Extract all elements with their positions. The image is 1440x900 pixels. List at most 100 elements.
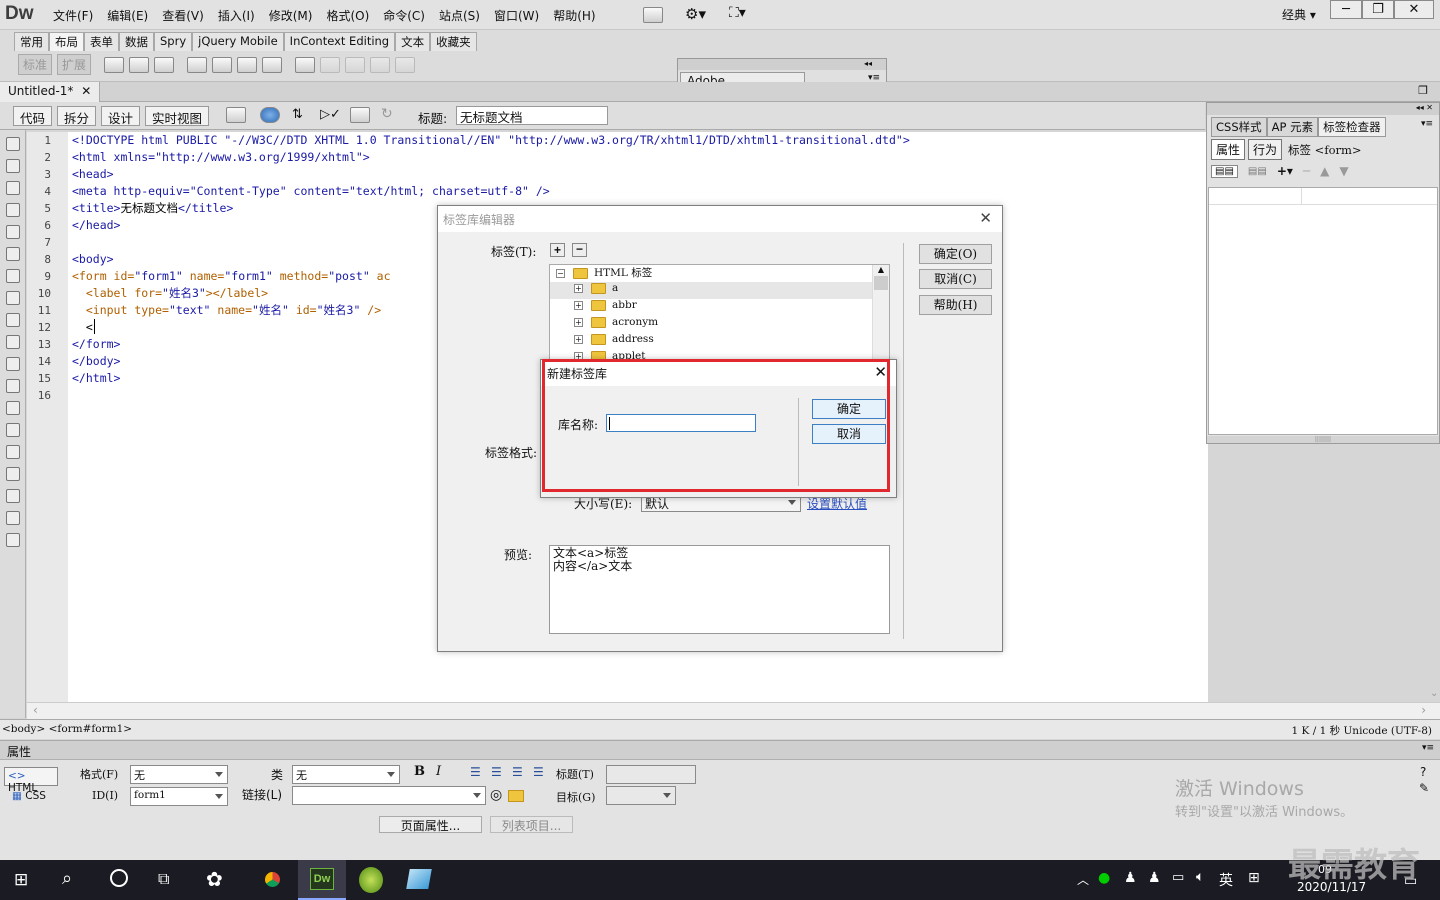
col-right-icon[interactable] bbox=[395, 56, 416, 73]
document-tab[interactable]: Untitled-1* ✕ bbox=[0, 82, 101, 102]
expand-all-icon[interactable] bbox=[6, 225, 20, 239]
show-code-nav-icon[interactable] bbox=[6, 159, 20, 173]
help-button[interactable]: 帮助(H) bbox=[919, 295, 992, 315]
tree-item-a[interactable]: + a bbox=[550, 282, 872, 299]
code-view-button[interactable]: 代码 bbox=[13, 106, 53, 126]
code-line[interactable]: <meta http-equiv="Content-Type" content=… bbox=[68, 183, 1208, 200]
bold-icon[interactable]: B bbox=[414, 764, 425, 779]
minimize-button[interactable]: ─ bbox=[1330, 0, 1362, 19]
qq-icon-2[interactable]: ♟ bbox=[1148, 870, 1161, 886]
draw-div-icon[interactable] bbox=[154, 56, 175, 73]
menu-commands[interactable]: 命令(C) bbox=[376, 7, 432, 24]
spry-accordion-icon[interactable] bbox=[237, 56, 258, 73]
page-properties-button[interactable]: 页面属性... bbox=[379, 816, 482, 833]
design-view-button[interactable]: 设计 bbox=[101, 106, 141, 126]
italic-icon[interactable]: I bbox=[436, 764, 441, 779]
target-select[interactable] bbox=[606, 786, 676, 805]
tab-text[interactable]: 文本 bbox=[395, 32, 431, 51]
title-input[interactable]: 无标题文档 bbox=[456, 106, 608, 125]
cancel-button[interactable]: 取消(C) bbox=[919, 269, 992, 289]
outdent-icon[interactable] bbox=[6, 511, 20, 525]
col-left-icon[interactable] bbox=[370, 56, 391, 73]
network-icon[interactable]: ▭ bbox=[1172, 870, 1184, 885]
syntax-coloring-icon[interactable] bbox=[6, 357, 20, 371]
tree-item-acronym[interactable]: + acronym bbox=[550, 316, 889, 333]
row-above-icon[interactable] bbox=[320, 56, 341, 73]
cortana-icon[interactable] bbox=[110, 869, 128, 887]
multiscreen-icon[interactable] bbox=[226, 107, 246, 123]
wrap-tag-icon[interactable] bbox=[6, 423, 20, 437]
tab-tag-inspector[interactable]: 标签检查器 bbox=[1318, 117, 1386, 137]
tag-tree[interactable]: − HTML 标签 + a + abbr + acronym + address + app… bbox=[549, 264, 890, 362]
css-mode-button[interactable]: ▦ CSS bbox=[12, 790, 46, 802]
restore-button[interactable]: ❐ bbox=[1362, 0, 1394, 19]
behaviors-list[interactable] bbox=[1208, 187, 1438, 435]
move-css-icon[interactable] bbox=[6, 467, 20, 481]
tab-data[interactable]: 数据 bbox=[119, 32, 154, 51]
indent-icon[interactable]: ☰ bbox=[533, 765, 544, 779]
expand-node-icon[interactable]: + bbox=[574, 317, 583, 327]
panel-collapse-icon[interactable]: ◂◂ ✕ bbox=[1207, 103, 1439, 115]
remove-behavior-icon[interactable]: ─ bbox=[1303, 164, 1310, 178]
panel-collapse-icon[interactable]: ◂◂ bbox=[678, 59, 886, 70]
add-tag-icon[interactable]: + bbox=[550, 243, 565, 257]
code-line[interactable]: <!DOCTYPE html PUBLIC "-//W3C//DTD XHTML… bbox=[68, 132, 1208, 149]
indent-icon[interactable] bbox=[6, 489, 20, 503]
ok-button[interactable]: 确定(O) bbox=[919, 244, 992, 264]
task-view-icon[interactable]: ⧉ bbox=[158, 869, 169, 889]
help-icon[interactable]: ? bbox=[1420, 765, 1426, 779]
tag-selector[interactable]: <body> <form#form1> bbox=[2, 723, 132, 735]
menu-window[interactable]: 窗口(W) bbox=[487, 7, 546, 24]
live-view-button[interactable]: 实时视图 bbox=[145, 106, 210, 126]
workspace-switcher[interactable]: 经典 ▾ bbox=[1282, 6, 1316, 23]
tree-item-address[interactable]: + address bbox=[550, 333, 889, 350]
expanded-mode-button[interactable]: 扩展 bbox=[57, 54, 92, 75]
scroll-right-icon[interactable]: › bbox=[1421, 703, 1426, 717]
dreamweaver-taskbar-button[interactable]: Dw bbox=[298, 860, 346, 900]
format-source-icon[interactable] bbox=[6, 533, 20, 547]
word-wrap-icon[interactable] bbox=[6, 335, 20, 349]
list-view-icon[interactable]: ▤▤ bbox=[1248, 166, 1267, 177]
expand-node-icon[interactable]: + bbox=[574, 283, 583, 293]
tab-layout[interactable]: 布局 bbox=[49, 32, 84, 51]
quick-tag-editor-icon[interactable]: ✎ bbox=[1419, 781, 1429, 795]
link-input[interactable] bbox=[292, 786, 486, 805]
panel-menu-icon[interactable]: ▾≡ bbox=[1421, 119, 1433, 129]
tab-favorites[interactable]: 收藏夹 bbox=[430, 32, 477, 51]
unordered-list-icon[interactable]: ☰ bbox=[470, 765, 481, 779]
code-line[interactable]: <head> bbox=[68, 166, 1208, 183]
volume-icon[interactable]: 🔈︎ bbox=[1196, 869, 1204, 885]
browse-folder-icon[interactable] bbox=[508, 790, 524, 802]
scroll-down-icon[interactable]: ⌄ bbox=[1430, 688, 1438, 699]
expand-node-icon[interactable]: + bbox=[574, 334, 583, 344]
show-hidden-icons[interactable]: ︿ bbox=[1077, 871, 1089, 888]
close-icon[interactable]: ✕ bbox=[81, 84, 91, 98]
file-transfer-icon[interactable]: ⇅ bbox=[292, 107, 303, 122]
tab-forms[interactable]: 表单 bbox=[84, 32, 119, 51]
tab-css-styles[interactable]: CSS样式 bbox=[1211, 117, 1267, 137]
spry-collapse-icon[interactable] bbox=[262, 56, 283, 73]
ball-app-icon[interactable] bbox=[359, 867, 383, 893]
spry-menu-icon[interactable] bbox=[187, 56, 208, 73]
collapse-node-icon[interactable]: − bbox=[556, 268, 565, 278]
notepad-app-icon[interactable] bbox=[406, 869, 432, 889]
menu-format[interactable]: 格式(O) bbox=[319, 7, 376, 24]
table-icon[interactable] bbox=[295, 56, 316, 73]
standard-mode-button[interactable]: 标准 bbox=[18, 54, 53, 75]
collapse-selection-icon[interactable] bbox=[6, 203, 20, 217]
restore-doc-icon[interactable]: ❐ bbox=[1418, 84, 1428, 97]
spry-tabs-icon[interactable] bbox=[212, 56, 233, 73]
search-icon[interactable]: ⌕ bbox=[62, 868, 72, 889]
menu-view[interactable]: 查看(V) bbox=[155, 7, 211, 24]
tab-ap-elements[interactable]: AP 元素 bbox=[1266, 117, 1319, 137]
list-item-button[interactable]: 列表项目... bbox=[490, 816, 573, 833]
tab-jquery-mobile[interactable]: jQuery Mobile bbox=[192, 32, 284, 51]
debug-icon[interactable]: ▷✓ bbox=[320, 107, 341, 122]
id-select[interactable]: form1 bbox=[130, 787, 228, 806]
menu-file[interactable]: 文件(F) bbox=[46, 7, 100, 24]
visual-aids-icon[interactable] bbox=[350, 107, 370, 123]
ime-indicator[interactable]: 英 bbox=[1219, 870, 1233, 890]
tab-common[interactable]: 常用 bbox=[14, 32, 49, 51]
tab-incontext[interactable]: InContext Editing bbox=[283, 32, 396, 51]
scroll-left-icon[interactable]: ‹ bbox=[33, 703, 38, 717]
